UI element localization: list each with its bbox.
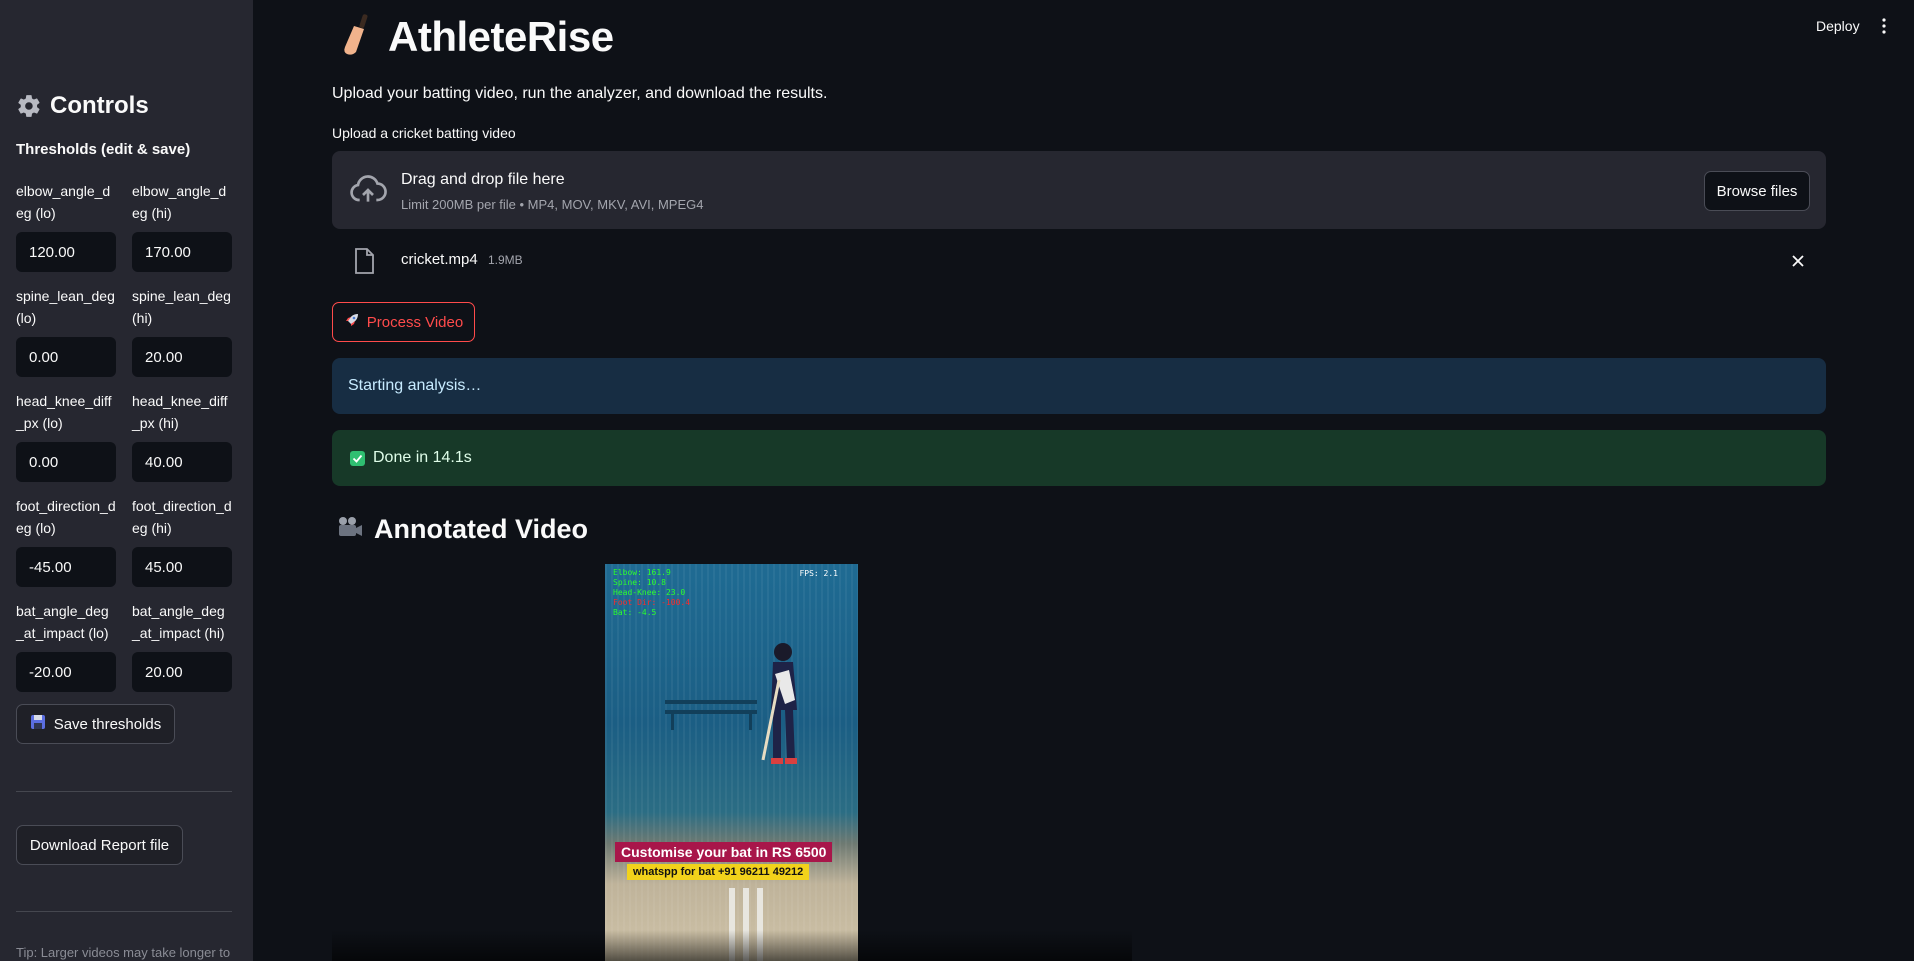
field-label: bat_angle_deg_at_impact (lo) [16,603,109,641]
divider [16,911,232,912]
field-label: foot_direction_deg (hi) [132,498,232,536]
download-report-label: Download Report file [29,836,170,854]
field-label: head_knee_diff_px (lo) [16,393,112,431]
divider [16,791,232,792]
more-options-icon[interactable] [1878,17,1890,35]
info-alert-text: Starting analysis… [348,377,482,394]
overlay-line: Head-Knee: 23.0 [613,588,686,597]
sidebar-title: Controls [16,92,149,120]
sidebar: Controls Thresholds (edit & save) elbow_… [0,0,253,961]
foot-dir-lo-input[interactable]: -45.00 [16,547,116,587]
floppy-disk-icon [30,714,46,734]
bat-angle-hi-field: bat_angle_deg_at_impact (hi) 20.00 [132,600,232,692]
spine-lo-input[interactable]: 0.00 [16,337,116,377]
elbow-hi-input[interactable]: 170.00 [132,232,232,272]
bench-image [665,700,757,730]
foot-dir-hi-input[interactable]: 45.00 [132,547,232,587]
field-label: foot_direction_deg (lo) [16,498,116,536]
file-name: cricket.mp4 [401,251,478,268]
head-knee-hi-field: head_knee_diff_px (hi) 40.00 [132,390,232,482]
file-icon [354,248,374,274]
check-icon [350,450,365,466]
foot-dir-hi-field: foot_direction_deg (hi) 45.00 [132,495,232,587]
promo-banner: Customise your bat in RS 6500 [615,842,833,862]
page-title-row: AthleteRise [340,12,614,61]
uploaded-file-row: cricket.mp4 1.9MB [332,246,1826,276]
spine-hi-input[interactable]: 20.00 [132,337,232,377]
gear-icon [16,93,42,119]
elbow-hi-field: elbow_angle_deg (hi) 170.00 [132,180,232,272]
success-alert: Done in 14.1s [332,430,1826,486]
upload-label: Upload a cricket batting video [332,125,516,141]
elbow-lo-field: elbow_angle_deg (lo) 120.00 [16,180,116,272]
video-controls-bar[interactable] [332,930,1132,961]
pose-metrics-overlay: Elbow: 161.9 Spine: 10.8 Head-Knee: 23.0… [613,568,690,618]
section-title: Annotated Video [374,514,589,544]
annotated-video-heading: Annotated Video [336,514,588,545]
overlay-line: Bat: -4.5 [613,608,657,617]
field-label: elbow_angle_deg (hi) [132,183,227,221]
head-knee-lo-input[interactable]: 0.00 [16,442,116,482]
promo-contact: whatspp for bat +91 96211 49212 [627,864,810,880]
head-knee-hi-input[interactable]: 40.00 [132,442,232,482]
download-report-button[interactable]: Download Report file [16,825,183,865]
process-video-button[interactable]: Process Video [332,302,475,342]
page-caption: Upload your batting video, run the analy… [332,85,828,102]
sidebar-title-text: Controls [50,92,149,119]
cricket-bat-icon [340,12,374,61]
batsman-image [761,643,797,764]
bat-angle-lo-field: bat_angle_deg_at_impact (lo) -20.00 [16,600,116,692]
field-label: elbow_angle_deg (lo) [16,183,111,221]
elbow-lo-input[interactable]: 120.00 [16,232,116,272]
overlay-line: Foot Dir: -100.4 [613,598,691,607]
file-size: 1.9MB [488,253,523,267]
head-knee-lo-field: head_knee_diff_px (lo) 0.00 [16,390,116,482]
success-alert-text: Done in 14.1s [373,449,472,466]
bat-angle-hi-input[interactable]: 20.00 [132,652,232,692]
info-alert: Starting analysis… [332,358,1826,414]
field-label: spine_lean_deg (hi) [132,288,231,326]
bat-angle-lo-input[interactable]: -20.00 [16,652,116,692]
dropzone-title: Drag and drop file here [401,171,565,188]
close-icon[interactable] [1790,253,1806,269]
overlay-line: Elbow: 161.9 [613,568,671,577]
page-title: AthleteRise [388,12,614,60]
field-label: spine_lean_deg (lo) [16,288,115,326]
cloud-upload-icon [348,170,388,210]
field-label: head_knee_diff_px (hi) [132,393,228,431]
browse-files-button[interactable]: Browse files [1704,171,1810,211]
spine-lo-field: spine_lean_deg (lo) 0.00 [16,285,116,377]
file-dropzone[interactable]: Drag and drop file here Limit 200MB per … [332,151,1826,229]
overlay-line: Spine: 10.8 [613,578,666,587]
movie-camera-icon [336,515,364,544]
dropzone-limits: Limit 200MB per file • MP4, MOV, MKV, AV… [401,197,704,212]
process-video-label: Process Video [366,313,464,331]
field-label: bat_angle_deg_at_impact (hi) [132,603,225,641]
rocket-icon [344,312,360,332]
deploy-button[interactable]: Deploy [1816,18,1860,34]
save-thresholds-label: Save thresholds [53,715,162,733]
tip-text: Tip: Larger videos may take longer to [16,945,231,960]
save-thresholds-button[interactable]: Save thresholds [16,704,175,744]
spine-hi-field: spine_lean_deg (hi) 20.00 [132,285,232,377]
thresholds-heading: Thresholds (edit & save) [16,141,191,158]
video-frame: Elbow: 161.9 Spine: 10.8 Head-Knee: 23.0… [605,564,858,961]
fps-overlay: FPS: 2.1 [799,569,838,578]
foot-dir-lo-field: foot_direction_deg (lo) -45.00 [16,495,116,587]
